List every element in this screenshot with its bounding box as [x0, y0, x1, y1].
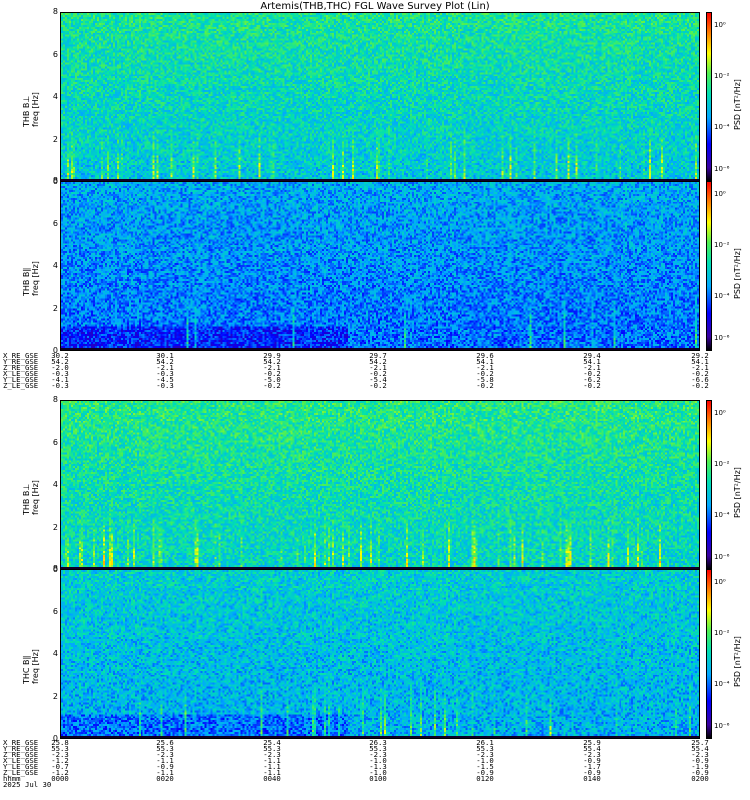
y-tick-label: 6 — [52, 437, 58, 447]
y-tick-label: 4 — [52, 649, 58, 658]
y-tick-label: 6 — [52, 606, 58, 616]
ephemeris-row-label: Z_LE_GSE — [3, 381, 39, 390]
ephemeris-cell: -0.2 — [691, 381, 709, 390]
spectrogram-canvas — [61, 401, 699, 569]
y-tick-label: 8 — [52, 564, 58, 573]
y-tick-label: 4 — [52, 480, 58, 489]
colorbar-label: PSD [nT²/Hz] — [733, 79, 742, 130]
y-tick-label: 4 — [52, 261, 58, 270]
spectrogram-panel-4 — [60, 569, 700, 739]
colorbar-tick-label: 10⁰ — [714, 20, 726, 29]
colorbar-tick-label: 10⁻⁶ — [714, 553, 730, 562]
colorbar-tick-label: 10⁻⁶ — [714, 334, 730, 343]
colorbar-tick-label: 10⁻⁴ — [714, 122, 730, 131]
spectrogram-canvas — [61, 13, 699, 181]
colorbar-tick-label: 10⁻² — [714, 240, 730, 249]
colorbar-tick-label: 10⁻⁴ — [714, 291, 730, 300]
colorbar-tick-label: 10⁻² — [714, 628, 730, 637]
colorbar-tick-label: 10⁰ — [714, 189, 726, 198]
colorbar-label: PSD [nT²/Hz] — [733, 636, 742, 687]
y-tick-label: 2 — [52, 303, 58, 313]
colorbar-tick-label: 10⁻⁴ — [714, 510, 730, 519]
y-tick-label: 2 — [52, 691, 58, 701]
ephemeris-cell: 0120 — [476, 774, 494, 783]
y-tick-label: 2 — [52, 134, 58, 144]
spectrogram-panel-3 — [60, 400, 700, 570]
colorbar-4 — [706, 569, 712, 739]
colorbar-tick-label: 10⁰ — [714, 408, 726, 417]
ephemeris-cell: 0140 — [583, 774, 601, 783]
colorbar-label: PSD [nT²/Hz] — [733, 467, 742, 518]
ephemeris-cell: 0040 — [263, 774, 281, 783]
ephemeris-row-label: 2025 Jul 30 — [3, 780, 52, 789]
y-tick-label: 8 — [52, 395, 58, 404]
ephemeris-cell: -0.2 — [369, 381, 387, 390]
ephemeris-cell: -0.2 — [476, 381, 494, 390]
y-tick-label: 8 — [52, 7, 58, 16]
plot-title: Artemis(THB,THC) FGL Wave Survey Plot (L… — [260, 1, 490, 12]
ephemeris-cell: -0.2 — [583, 381, 601, 390]
ephemeris-cell: 0020 — [156, 774, 174, 783]
y-tick-label: 6 — [52, 218, 58, 228]
ephemeris-cell: 0200 — [691, 774, 709, 783]
colorbar-tick-label: 10⁻² — [714, 459, 730, 468]
y-tick-label: 8 — [52, 176, 58, 185]
spectrogram-canvas — [61, 570, 699, 738]
colorbar-tick-label: 10⁻² — [714, 71, 730, 80]
colorbar-label: PSD [nT²/Hz] — [733, 248, 742, 299]
y-tick-label: 4 — [52, 92, 58, 101]
ephemeris-cell: 0000 — [51, 774, 69, 783]
colorbar-3 — [706, 400, 712, 570]
ephemeris-cell: -0.3 — [156, 381, 174, 390]
colorbar-tick-label: 10⁰ — [714, 577, 726, 586]
colorbar-tick-label: 10⁻⁶ — [714, 165, 730, 174]
y-tick-label: 6 — [52, 49, 58, 59]
ylabel-panel-4: THC B∥ freq [Hz] — [22, 649, 40, 684]
ylabel-panel-2: THB B∥ freq [Hz] — [22, 261, 40, 296]
y-tick-label: 2 — [52, 522, 58, 532]
spectrogram-panel-2 — [60, 181, 700, 351]
spectrogram-canvas — [61, 182, 699, 350]
ephemeris-cell: -0.3 — [51, 381, 69, 390]
ylabel-panel-1: THB B⊥ freq [Hz] — [22, 92, 40, 127]
spectrogram-panel-1 — [60, 12, 700, 182]
colorbar-1 — [706, 12, 712, 182]
colorbar-tick-label: 10⁻⁴ — [714, 679, 730, 688]
ylabel-panel-3: THB B⊥ freq [Hz] — [22, 480, 40, 515]
ephemeris-cell: 0100 — [369, 774, 387, 783]
colorbar-2 — [706, 181, 712, 351]
ephemeris-cell: -0.2 — [263, 381, 281, 390]
colorbar-tick-label: 10⁻⁶ — [714, 722, 730, 731]
